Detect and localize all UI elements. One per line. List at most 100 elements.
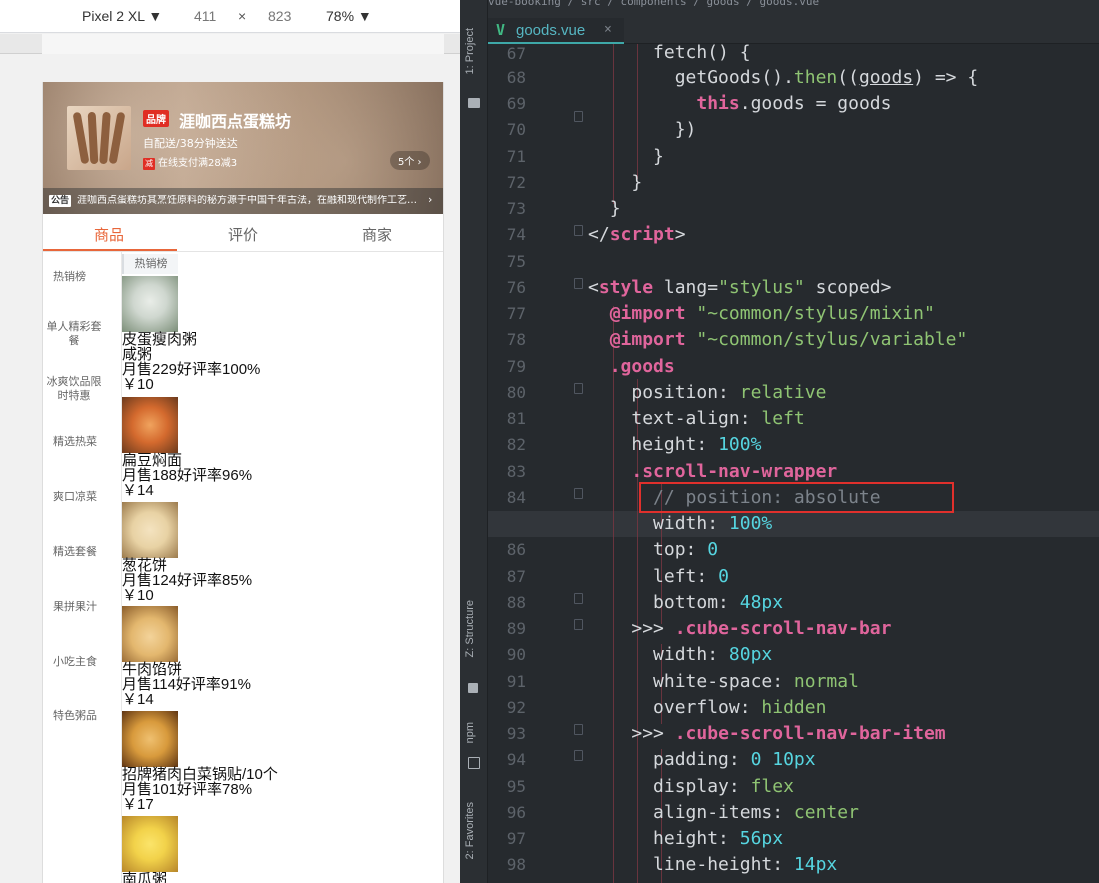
food-price: ￥10 bbox=[122, 587, 154, 604]
line-number: 72 bbox=[506, 173, 526, 192]
code-editor[interactable]: fetch() { getGoods().then((goods) => { t… bbox=[488, 43, 1099, 883]
line-number: 80 bbox=[506, 383, 526, 402]
tab-goods-vue[interactable]: V goods.vue × bbox=[488, 18, 624, 44]
nav-item-porridge[interactable]: 特色粥品 bbox=[43, 709, 121, 723]
nav-item-drinks[interactable]: 冰爽饮品限时特惠 bbox=[43, 375, 105, 403]
code-line: height: 100% bbox=[631, 434, 762, 455]
line-number: 67 bbox=[506, 44, 526, 63]
fold-marker[interactable] bbox=[574, 383, 583, 394]
tool-npm[interactable]: npm bbox=[464, 722, 476, 743]
line-number: 89 bbox=[506, 619, 526, 638]
fold-marker[interactable] bbox=[574, 111, 583, 122]
folder-icon[interactable] bbox=[468, 98, 480, 108]
line-number: 84 bbox=[506, 488, 526, 507]
nav-item-cold-dishes[interactable]: 爽口凉菜 bbox=[43, 490, 121, 504]
code-line: } bbox=[653, 146, 664, 167]
code-line: position: relative bbox=[631, 382, 827, 403]
food-image bbox=[122, 502, 178, 558]
code-line: >>> .cube-scroll-nav-bar bbox=[631, 618, 892, 639]
device-width-input[interactable]: 411 bbox=[194, 8, 216, 24]
line-number: 74 bbox=[506, 225, 526, 244]
device-height-input[interactable]: 823 bbox=[268, 8, 291, 24]
fold-marker[interactable] bbox=[574, 278, 583, 289]
zoom-select[interactable]: 78% ▼ bbox=[326, 8, 372, 24]
tool-favorites[interactable]: 2: Favorites bbox=[464, 802, 476, 859]
fold-marker[interactable] bbox=[574, 724, 583, 735]
nav-item-juice[interactable]: 果拼果汁 bbox=[43, 600, 121, 614]
fold-marker[interactable] bbox=[574, 225, 583, 236]
bulletin-bar[interactable]: 公告 涯咖西点蛋糕坊其烹饪原料的秘方源于中国千年古法，在融和现代制作工艺，...… bbox=[43, 188, 443, 214]
annotation-highlight-box bbox=[639, 482, 954, 513]
food-price: ￥14 bbox=[122, 482, 154, 499]
code-line: overflow: hidden bbox=[653, 697, 827, 718]
brand-badge: 品牌 bbox=[143, 110, 169, 127]
shop-description: 自配送/38分钟送达 bbox=[143, 137, 238, 150]
breadcrumb[interactable]: vue-booking / src / components / goods /… bbox=[488, 0, 1099, 8]
code-line: getGoods().then((goods) => { bbox=[674, 67, 979, 88]
current-line-highlight bbox=[488, 511, 1099, 537]
line-number: 79 bbox=[506, 357, 526, 376]
code-line: text-align: left bbox=[631, 408, 805, 429]
line-number: 76 bbox=[506, 278, 526, 297]
list-section-title: 热销榜 bbox=[122, 254, 178, 274]
active-tab-indicator bbox=[43, 249, 177, 251]
fold-marker[interactable] bbox=[574, 750, 583, 761]
food-name: 牛肉馅饼 bbox=[122, 661, 183, 678]
editor-tab-bar: V goods.vue × bbox=[488, 8, 1099, 44]
code-line: .goods bbox=[609, 356, 675, 377]
food-sales: 月售114好评率91% bbox=[122, 676, 251, 693]
line-number: 93 bbox=[506, 724, 526, 743]
food-name: 南瓜粥 bbox=[122, 871, 168, 883]
code-line: @import "~common/stylus/mixin" bbox=[609, 303, 935, 324]
line-number: 98 bbox=[506, 855, 526, 874]
code-line: <style lang="stylus" scoped> bbox=[588, 277, 892, 298]
code-line: width: 100% bbox=[653, 513, 773, 534]
tab-seller[interactable]: 商家 bbox=[362, 224, 392, 245]
code-line: height: 56px bbox=[653, 828, 784, 849]
code-line: .scroll-nav-wrapper bbox=[631, 461, 838, 482]
structure-icon[interactable] bbox=[468, 683, 478, 693]
fold-marker[interactable] bbox=[574, 619, 583, 630]
food-price: ￥14 bbox=[122, 691, 154, 708]
close-icon[interactable]: × bbox=[604, 22, 612, 37]
fold-marker[interactable] bbox=[574, 593, 583, 604]
tool-structure[interactable]: Z: Structure bbox=[464, 600, 476, 657]
shop-name: 涯咖西点蛋糕坊 bbox=[179, 112, 292, 131]
supports-count-button[interactable]: 5个 › bbox=[390, 151, 430, 170]
tab-ratings[interactable]: 评价 bbox=[228, 224, 258, 245]
code-line: display: flex bbox=[653, 776, 794, 797]
goods-list: 热销榜 皮蛋瘦肉粥 咸粥 月售229好评率100% ￥10 扁豆焖面 月售188… bbox=[121, 252, 443, 883]
nav-item-hot[interactable]: 热销榜 bbox=[43, 270, 121, 284]
tab-goods[interactable]: 商品 bbox=[94, 224, 124, 245]
food-image bbox=[122, 711, 178, 767]
phone-viewport: 品牌 涯咖西点蛋糕坊 自配送/38分钟送达 减在线支付满28减3 5个 › 公告… bbox=[42, 82, 444, 883]
code-line: bottom: 48px bbox=[653, 592, 784, 613]
shop-header: 品牌 涯咖西点蛋糕坊 自配送/38分钟送达 减在线支付满28减3 5个 › 公告… bbox=[43, 82, 443, 214]
line-number: 94 bbox=[506, 750, 526, 769]
npm-icon[interactable] bbox=[468, 757, 480, 769]
tool-window-strip: 1: Project Z: Structure npm 2: Favorites bbox=[460, 0, 488, 883]
code-line: line-height: 14px bbox=[653, 854, 838, 875]
line-number: 77 bbox=[506, 304, 526, 323]
tab-bar: 商品 评价 商家 bbox=[43, 214, 443, 252]
code-line: </script> bbox=[588, 224, 686, 245]
category-nav: 热销榜 单人精彩套餐 冰爽饮品限时特惠 精选热菜 爽口凉菜 精选套餐 果拼果汁 … bbox=[43, 252, 121, 883]
nav-item-hot-dishes[interactable]: 精选热菜 bbox=[43, 435, 121, 449]
fold-marker[interactable] bbox=[574, 488, 583, 499]
line-number: 82 bbox=[506, 435, 526, 454]
code-line: >>> .cube-scroll-nav-bar-item bbox=[631, 723, 946, 744]
tool-project[interactable]: 1: Project bbox=[464, 28, 476, 74]
nav-item-snacks[interactable]: 小吃主食 bbox=[43, 655, 121, 669]
support-info: 减在线支付满28减3 bbox=[143, 154, 237, 170]
nav-item-single[interactable]: 单人精彩套餐 bbox=[43, 320, 105, 348]
device-select[interactable]: Pixel 2 XL ▼ bbox=[82, 8, 162, 24]
bulletin-badge: 公告 bbox=[49, 195, 72, 207]
support-text: 在线支付满28减3 bbox=[158, 158, 238, 169]
line-number: 97 bbox=[506, 829, 526, 848]
nav-item-combo[interactable]: 精选套餐 bbox=[43, 545, 121, 559]
line-number: 70 bbox=[506, 120, 526, 139]
code-line: white-space: normal bbox=[653, 671, 859, 692]
line-gutter: 67 68 69 70 71 72 73 74 75 76 77 78 79 8… bbox=[488, 44, 588, 883]
code-line: left: 0 bbox=[653, 566, 729, 587]
code-line: @import "~common/stylus/variable" bbox=[609, 329, 968, 350]
